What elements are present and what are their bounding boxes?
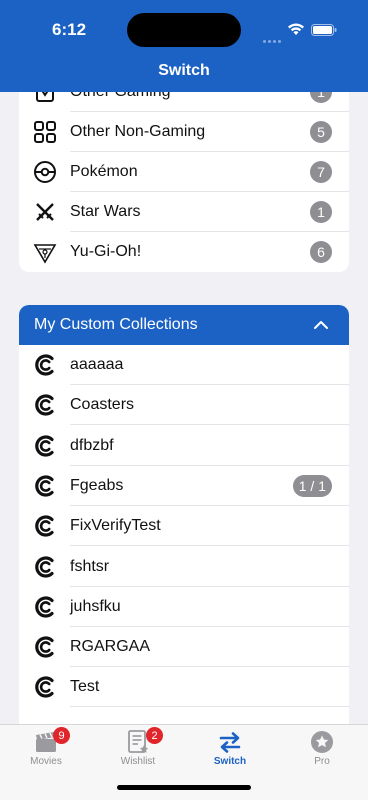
count-badge: 6: [310, 241, 332, 263]
wifi-icon: [288, 23, 304, 35]
collection-c-icon: [33, 675, 57, 699]
collection-row[interactable]: dfbzbf: [19, 426, 349, 466]
collection-c-icon: [33, 555, 57, 579]
dynamic-island: [127, 13, 241, 47]
grid-icon: [33, 120, 57, 144]
category-label: Star Wars: [70, 203, 141, 220]
collection-label: aaaaaa: [70, 356, 124, 373]
collection-c-icon: [33, 434, 57, 458]
collection-label: Test: [70, 678, 100, 696]
count-badge: 1: [310, 201, 332, 223]
collection-c-icon: [33, 595, 57, 619]
collection-label: FixVerifyTest: [70, 517, 161, 535]
pokeball-icon: [33, 160, 57, 184]
category-row-pokemon[interactable]: Pokémon 7: [19, 152, 349, 192]
tab-label: Movies: [30, 756, 62, 767]
count-badge: 7: [310, 161, 332, 183]
status-bar: 6:12: [0, 0, 368, 56]
tab-label: Switch: [213, 756, 247, 767]
tab-label: Pro: [314, 756, 330, 767]
category-row-yugioh[interactable]: Yu-Gi-Oh! 6: [19, 232, 349, 272]
collections-scroll[interactable]: Other Gaming 1 Other Non-Gaming 5: [0, 92, 368, 724]
collection-label: dfbzbf: [70, 436, 114, 454]
status-time: 6:12: [52, 20, 87, 39]
category-label: Yu-Gi-Oh!: [70, 243, 142, 260]
divider: [70, 706, 349, 708]
collection-label: Coasters: [70, 396, 135, 414]
collection-row[interactable]: aaaaaa: [19, 345, 349, 385]
star-circle-icon: [311, 731, 333, 753]
crossed-sabers-icon: [33, 200, 57, 224]
tab-switch[interactable]: Switch: [184, 725, 276, 785]
movies-badge: 9: [53, 727, 70, 744]
collection-label: Fgeabs: [70, 476, 124, 494]
page-title: Switch: [158, 62, 210, 79]
header: 6:12 Switch: [0, 0, 368, 92]
category-row-star-wars[interactable]: Star Wars 1: [19, 192, 349, 232]
tab-pro[interactable]: Pro: [276, 725, 368, 785]
collection-c-icon: [33, 474, 57, 498]
section-title: My Custom Collections: [34, 316, 198, 333]
collection-row[interactable]: FixVerifyTest: [19, 506, 349, 547]
battery-icon: [311, 24, 337, 36]
category-label: Other Gaming: [70, 92, 170, 101]
category-label: Pokémon: [70, 163, 138, 180]
tab-wishlist[interactable]: 2 Wishlist: [92, 725, 184, 785]
collection-label: RGARGAA: [70, 638, 151, 656]
tab-movies[interactable]: 9 Movies: [0, 725, 92, 785]
count-badge: 1: [310, 92, 332, 103]
collection-c-icon: [33, 635, 57, 659]
yugioh-icon: [33, 240, 57, 264]
collection-row[interactable]: Test: [19, 667, 349, 708]
collection-label: fshtsr: [70, 557, 110, 575]
collection-c-icon: [33, 514, 57, 538]
card-icon: [33, 92, 57, 104]
category-row-other-non-gaming[interactable]: Other Non-Gaming 5: [19, 112, 349, 152]
category-list: Other Gaming 1 Other Non-Gaming 5: [19, 92, 349, 272]
switch-arrows-icon: [219, 732, 241, 753]
count-badge: 1 / 1: [292, 474, 332, 497]
collection-c-icon: [33, 393, 57, 417]
collection-row[interactable]: juhsfku: [19, 587, 349, 627]
count-badge: 5: [310, 121, 332, 143]
custom-collections-header[interactable]: My Custom Collections: [19, 305, 349, 345]
collection-row[interactable]: Fgeabs 1 / 1: [19, 466, 349, 506]
home-indicator: [117, 785, 251, 790]
custom-collections-section: My Custom Collections aaaaaa Coasters dfbz…: [19, 305, 349, 724]
chevron-up-icon[interactable]: [313, 317, 329, 333]
tab-label: Wishlist: [120, 756, 156, 767]
cellular-icon: [263, 30, 283, 43]
collection-row[interactable]: Coasters: [19, 385, 349, 426]
wishlist-badge: 2: [146, 727, 163, 744]
collection-label: juhsfku: [70, 597, 121, 615]
collection-row[interactable]: fshtsr: [19, 547, 349, 587]
category-label: Other Non-Gaming: [70, 123, 206, 140]
collection-c-icon: [33, 353, 57, 377]
category-row-other-gaming[interactable]: Other Gaming 1: [19, 92, 349, 112]
collection-row[interactable]: RGARGAA: [19, 627, 349, 668]
